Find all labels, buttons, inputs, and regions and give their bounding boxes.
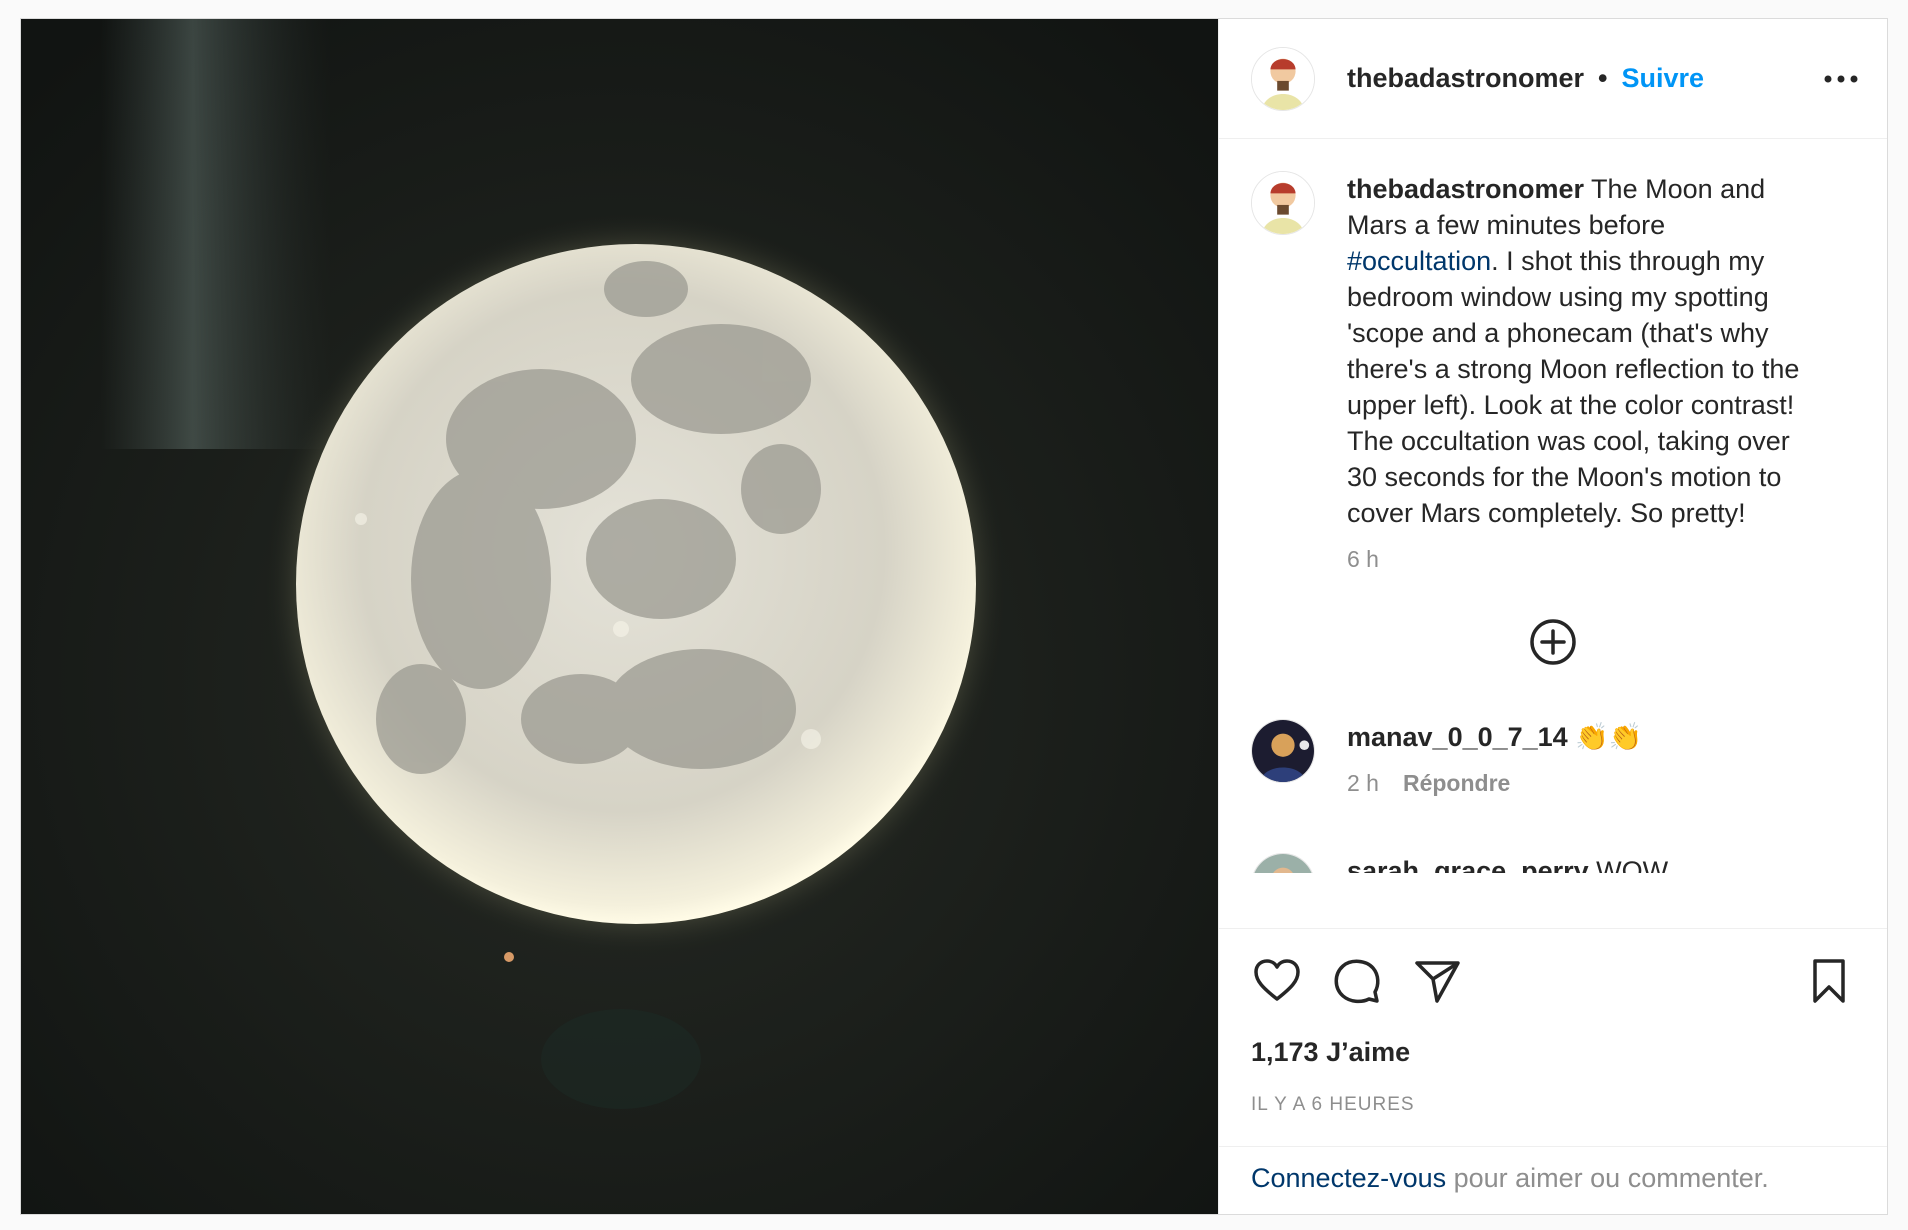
reply-button[interactable]: Répondre xyxy=(1403,765,1510,801)
post-card: thebadastronomer • Suivre thebadastronom… xyxy=(20,18,1888,1215)
caption-text-part2: . I shot this through my bedroom window … xyxy=(1347,246,1800,528)
comment-content: WOW xyxy=(1588,856,1669,873)
comment-content: 👏👏 xyxy=(1567,722,1643,752)
caption-text: thebadastronomer The Moon and Mars a few… xyxy=(1347,171,1817,531)
comment-item: manav_0_0_7_14 👏👏 2 h Répondre xyxy=(1251,719,1855,801)
bookmark-icon[interactable] xyxy=(1803,955,1855,1007)
caption-username[interactable]: thebadastronomer xyxy=(1347,174,1584,204)
post-timestamp: IL Y A 6 HEURES xyxy=(1251,1094,1415,1115)
post-header: thebadastronomer • Suivre xyxy=(1219,19,1887,139)
comment-username[interactable]: manav_0_0_7_14 xyxy=(1347,722,1568,752)
caption-avatar[interactable] xyxy=(1251,171,1315,235)
plus-circle-icon[interactable] xyxy=(1528,617,1578,667)
login-prompt-text: pour aimer ou commenter. xyxy=(1446,1163,1769,1193)
author-avatar[interactable] xyxy=(1251,46,1315,111)
moon-photo-image xyxy=(21,19,1218,1214)
comment-body: sarah_grace_perry WOW xyxy=(1347,853,1668,873)
comment-icon[interactable] xyxy=(1331,955,1383,1007)
caption-hashtag-link[interactable]: #occultation xyxy=(1347,246,1491,276)
caption: thebadastronomer The Moon and Mars a few… xyxy=(1251,171,1855,577)
comment-item: sarah_grace_perry WOW xyxy=(1251,853,1855,873)
login-prompt: Connectez-vous pour aimer ou commenter. xyxy=(1219,1146,1887,1214)
post-sidebar: thebadastronomer • Suivre thebadastronom… xyxy=(1218,19,1887,1214)
likes-count[interactable]: 1,173 J’aime xyxy=(1251,1037,1855,1068)
caption-body: thebadastronomer The Moon and Mars a few… xyxy=(1347,171,1817,577)
more-options-button[interactable] xyxy=(1817,59,1865,99)
commenter-avatar[interactable] xyxy=(1251,853,1315,873)
comment-meta: 2 h Répondre xyxy=(1347,765,1642,801)
paper-plane-icon[interactable] xyxy=(1411,955,1463,1007)
heart-icon[interactable] xyxy=(1251,955,1303,1007)
load-more-comments xyxy=(1251,617,1855,667)
comments-section[interactable]: thebadastronomer The Moon and Mars a few… xyxy=(1219,139,1887,928)
comment-text: manav_0_0_7_14 👏👏 xyxy=(1347,719,1642,755)
caption-time: 6 h xyxy=(1347,546,1379,572)
more-options-icon xyxy=(1824,75,1858,82)
comment-username[interactable]: sarah_grace_perry xyxy=(1347,856,1589,873)
post-actions: 1,173 J’aime IL Y A 6 HEURES xyxy=(1219,928,1887,1116)
login-link[interactable]: Connectez-vous xyxy=(1251,1163,1446,1193)
commenter-avatar[interactable] xyxy=(1251,719,1315,783)
comment-body: manav_0_0_7_14 👏👏 2 h Répondre xyxy=(1347,719,1642,801)
follow-button[interactable]: Suivre xyxy=(1622,63,1705,94)
follow-separator: • xyxy=(1598,63,1608,93)
action-icons xyxy=(1251,951,1855,1011)
comment-text: sarah_grace_perry WOW xyxy=(1347,853,1668,873)
caption-meta: 6 h xyxy=(1347,541,1817,577)
post-photo[interactable] xyxy=(21,19,1218,1214)
author-username[interactable]: thebadastronomer xyxy=(1347,63,1584,94)
comment-time: 2 h xyxy=(1347,770,1379,796)
